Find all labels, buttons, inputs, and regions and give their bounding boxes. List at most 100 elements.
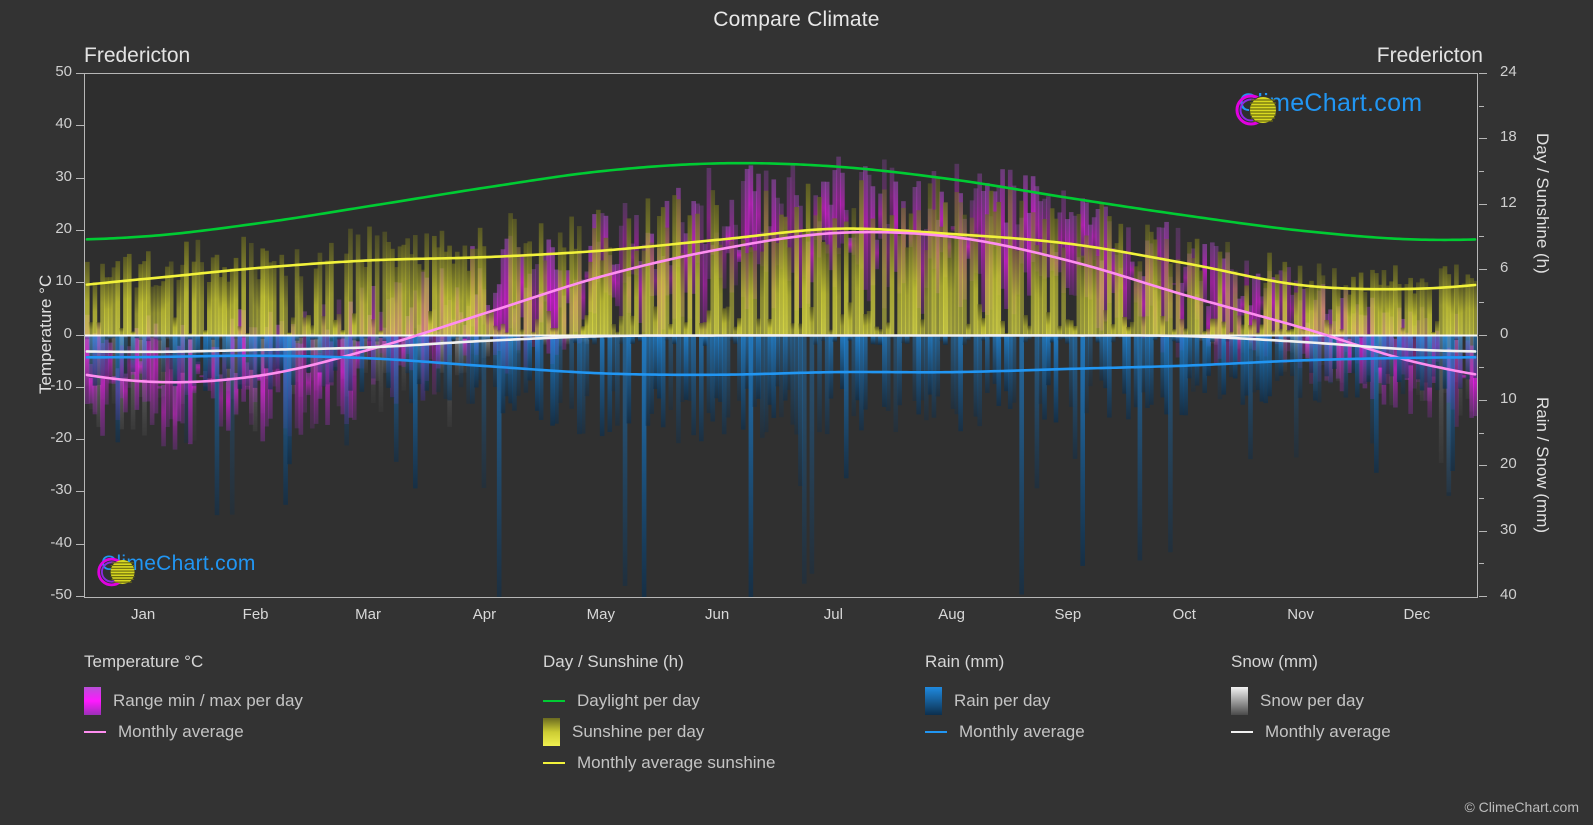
climechart-logo-icon-2: [97, 557, 135, 587]
copyright-notice: © ClimeChart.com: [1464, 799, 1579, 815]
y-tick-left-40: 40: [55, 115, 72, 133]
legSun-heading: Day / Sunshine (h): [543, 652, 684, 671]
y-tick-mark-right-mm-20: [1479, 465, 1487, 467]
y-tick-mark-left-40: [76, 125, 84, 127]
y-tick-mark-right-hours-24: [1479, 73, 1487, 74]
legend-item-label: Daylight per day: [577, 690, 700, 710]
legend-item[interactable]: Monthly average: [925, 716, 1085, 747]
x-tick-jul: Jul: [823, 606, 843, 623]
legend-item-label: Monthly average: [118, 721, 244, 741]
y-tick-right-hours-18: 18: [1500, 128, 1517, 146]
y-tick-left-20: 20: [55, 219, 72, 237]
chart-plot-area[interactable]: ClimeChart.com ClimeChart.com: [84, 73, 1478, 598]
legend-swatch-line-icon: [543, 761, 565, 764]
legend-item[interactable]: Monthly average: [84, 716, 303, 747]
y-tick-left--20: -20: [50, 429, 72, 447]
y-tick-mark-left--20: [76, 439, 84, 441]
y-tick-minor-mm-35: [1479, 563, 1484, 565]
y-tick-mark-right-hours-6: [1479, 269, 1487, 271]
y-tick-left--40: -40: [50, 533, 72, 551]
y-tick-minor-hours-15: [1479, 171, 1484, 173]
legend-rain: Rain (mm) Rain per day Monthly average: [925, 652, 1085, 747]
y-tick-mark-right-mm-10: [1479, 399, 1487, 401]
y-tick-left-0: 0: [63, 324, 72, 342]
legend-temperature: Temperature °C Range min / max per day Mon…: [84, 652, 303, 747]
city-label-right: Fredericton: [1376, 44, 1483, 67]
legend-item-label: Snow per day: [1260, 690, 1364, 710]
y-tick-right-mm-40: 40: [1500, 586, 1517, 603]
legend-snow: Snow (mm) Snow per day Monthly average: [1231, 652, 1391, 747]
x-tick-oct: Oct: [1172, 606, 1196, 623]
legend-swatch-line-icon: [1231, 730, 1253, 733]
legend-item-label: Monthly average: [1265, 721, 1391, 741]
legend-item[interactable]: Monthly average sunshine: [543, 747, 775, 778]
y-tick-mark-right-mm-40: [1479, 596, 1487, 597]
legend-swatch-line-icon: [84, 730, 106, 733]
y-tick-mark-left-0: [76, 334, 84, 336]
x-tick-sep: Sep: [1054, 606, 1082, 623]
y-tick-mark-left-50: [76, 73, 84, 74]
city-label-left: Fredericton: [84, 44, 191, 67]
legSnow-heading: Snow (mm): [1231, 652, 1318, 671]
legend-item[interactable]: Sunshine per day: [543, 716, 775, 747]
y-tick-left-10: 10: [55, 272, 72, 290]
y-tick-minor-mm-15: [1479, 432, 1484, 434]
y-tick-right-hours-6: 6: [1500, 259, 1509, 277]
y-tick-mark-left-20: [76, 229, 84, 231]
legend-swatch-box-icon: [925, 686, 942, 715]
y-tick-left-50: 50: [55, 63, 72, 80]
y-tick-left--30: -30: [50, 481, 72, 499]
climechart-logo-icon: [1235, 94, 1277, 126]
legend-item-label: Monthly average: [959, 721, 1085, 741]
legend-item[interactable]: Range min / max per day: [84, 685, 303, 716]
y-tick-right-mm-20: 20: [1500, 455, 1517, 473]
legend-item[interactable]: Daylight per day: [543, 685, 775, 716]
legRain-heading: Rain (mm): [925, 652, 1005, 671]
y-tick-minor-mm-25: [1479, 497, 1484, 499]
y-tick-mark-left--10: [76, 386, 84, 388]
legend-item[interactable]: Rain per day: [925, 685, 1085, 716]
x-tick-mar: Mar: [355, 606, 382, 623]
legend-item-label: Monthly average sunshine: [577, 752, 776, 772]
y-tick-mark-right-hours-18: [1479, 138, 1487, 140]
legend-item-label: Sunshine per day: [572, 721, 705, 741]
y-tick-right-hours-24: 24: [1500, 63, 1517, 80]
y-tick-mark-left-10: [76, 282, 84, 284]
y-tick-mark-left--50: [76, 596, 84, 597]
y-tick-right-mm-30: 30: [1500, 520, 1517, 538]
watermark-logo-bottom: ClimeChart.com: [95, 552, 256, 587]
y-tick-right-hours-0: 0: [1500, 324, 1509, 342]
y-tick-left--10: -10: [50, 376, 72, 394]
y-tick-mark-left--30: [76, 491, 84, 493]
x-tick-apr: Apr: [472, 606, 497, 623]
y-tick-left--50: -50: [50, 586, 72, 603]
chart-canvas: [85, 74, 1477, 597]
legend-item-label: Rain per day: [954, 690, 1051, 710]
y-tick-right-hours-12: 12: [1500, 193, 1517, 211]
climate-chart-page: Compare Climate Fredericton Fredericton …: [0, 0, 1593, 825]
y-tick-mark-left-30: [76, 177, 84, 179]
x-tick-dec: Dec: [1403, 606, 1431, 623]
legend-swatch-box-icon: [543, 717, 560, 746]
y-tick-mark-right-hours-0: [1479, 334, 1487, 336]
legend-swatch-box-icon: [1231, 686, 1248, 715]
y-tick-minor-mm-5: [1479, 367, 1484, 369]
watermark-logo-top: ClimeChart.com: [1233, 89, 1422, 126]
x-tick-may: May: [586, 606, 615, 623]
y-tick-minor-hours-3: [1479, 301, 1484, 303]
y-tick-minor-hours-21: [1479, 105, 1484, 107]
x-tick-jun: Jun: [705, 606, 730, 623]
legend-item[interactable]: Snow per day: [1231, 685, 1391, 716]
x-tick-nov: Nov: [1287, 606, 1314, 623]
y-tick-mark-left--40: [76, 543, 84, 545]
y-tick-mark-right-mm-30: [1479, 530, 1487, 532]
y-tick-mark-right-hours-12: [1479, 203, 1487, 205]
x-tick-feb: Feb: [242, 606, 269, 623]
x-tick-aug: Aug: [938, 606, 965, 623]
x-tick-jan: Jan: [131, 606, 156, 623]
legend-item[interactable]: Monthly average: [1231, 716, 1391, 747]
y-tick-minor-hours-9: [1479, 236, 1484, 238]
legend-swatch-line-icon: [925, 730, 947, 733]
legend-swatch-line-icon: [543, 699, 565, 702]
y-tick-right-mm-10: 10: [1500, 389, 1517, 407]
